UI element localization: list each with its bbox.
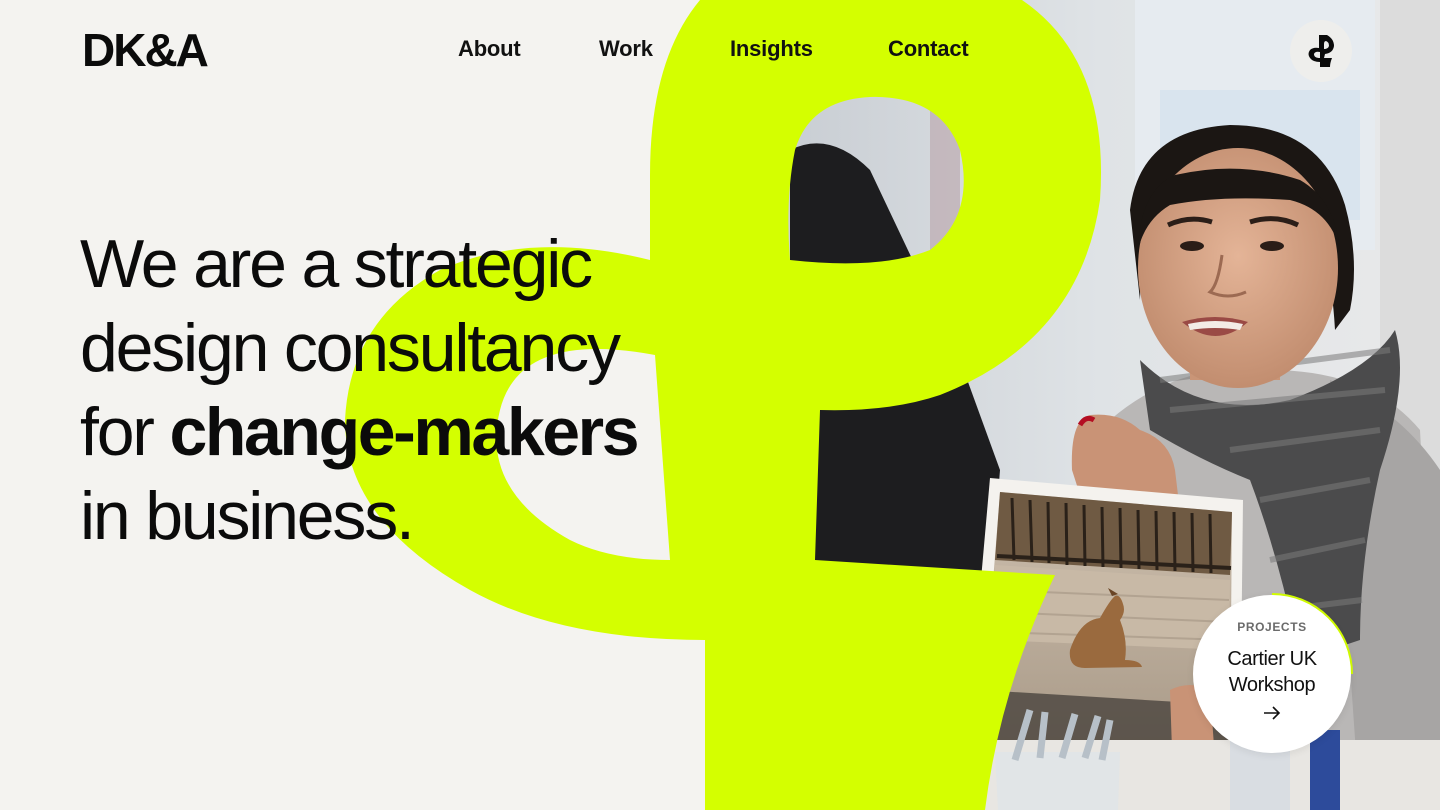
hero-line-3-prefix: for [80, 394, 170, 470]
main-nav: About Work Insights Contact [0, 36, 1440, 66]
arrow-right-icon [1264, 706, 1281, 720]
hero-section: DK&A About Work Insights Contact We are … [0, 0, 1440, 810]
hero-line-1: We are a strategic [80, 226, 593, 302]
nav-about[interactable]: About [458, 36, 521, 62]
nav-insights[interactable]: Insights [730, 36, 813, 62]
project-tag: PROJECTS [1237, 620, 1307, 634]
nav-work[interactable]: Work [599, 36, 653, 62]
hero-emphasis: change-makers [169, 394, 639, 470]
menu-button[interactable] [1290, 20, 1352, 82]
project-card[interactable]: PROJECTS Cartier UK Workshop [1193, 595, 1351, 753]
nav-contact[interactable]: Contact [888, 36, 969, 62]
hero-line-2: design consultancy [80, 310, 621, 386]
project-title: Cartier UK Workshop [1227, 648, 1317, 696]
hero-line-4: in business. [80, 478, 415, 554]
hero-headline: We are a strategic design consultancy fo… [80, 222, 760, 558]
ampersand-icon [1308, 35, 1334, 67]
